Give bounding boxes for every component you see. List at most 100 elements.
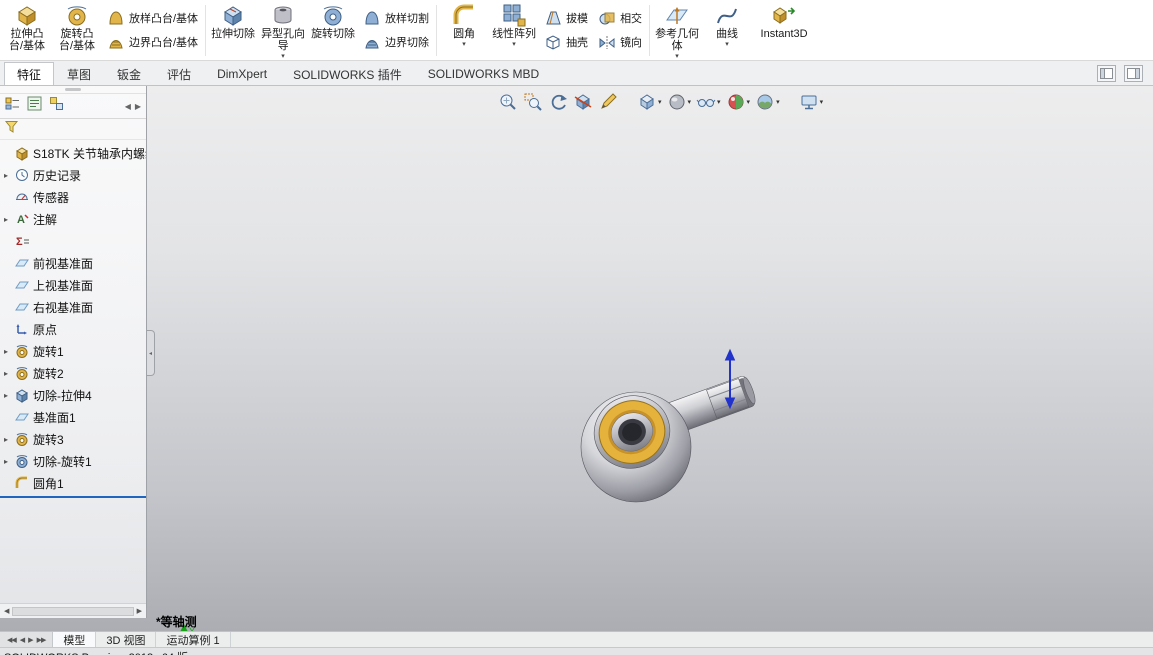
view-orientation-icon[interactable]: ▾ [637,92,662,112]
dropdown-arrow-icon[interactable]: ▾ [675,53,679,60]
ribbon-button-extruded-cut[interactable]: 拉伸切除 [208,1,258,40]
apply-scene-icon[interactable]: ▾ [755,92,780,112]
tree-item-equations[interactable]: Σ [0,230,146,252]
expand-arrow-icon[interactable]: ▸ [1,391,11,400]
ribbon-button-draft[interactable]: 拔模 [544,9,588,27]
zoom-to-area-icon[interactable] [523,92,543,112]
dropdown-arrow-icon[interactable]: ▾ [512,41,516,48]
panel-splitter-handle[interactable]: ◂ [147,330,155,376]
ribbon-button-extruded-boss[interactable]: 拉伸凸台/基体 [2,1,52,52]
tab-solidworks-addins[interactable]: SOLIDWORKS 插件 [280,62,415,85]
section-view-icon[interactable] [573,92,593,112]
dropdown-arrow-icon[interactable]: ▾ [462,41,466,48]
doc-tab-3d-views[interactable]: 3D 视图 [96,632,157,647]
hide-show-items-icon[interactable]: ▾ [696,92,721,112]
ribbon-button-shell[interactable]: 抽壳 [544,33,588,51]
ribbon-group-loft-boundary-cut: 放样切割 边界切除 [358,1,434,59]
rollback-bar[interactable] [0,496,146,498]
tree-item-sensors[interactable]: 传感器 [0,186,146,208]
tab-sheet-metal[interactable]: 钣金 [104,62,154,85]
tree-item-cut-revolve1[interactable]: ▸ 切除-旋转1 [0,450,146,472]
zoom-fit-icon[interactable] [498,92,518,112]
expand-arrow-icon[interactable]: ▸ [1,369,11,378]
view-settings-icon[interactable]: ▾ [799,92,824,112]
tree-item-label: 历史记录 [33,168,82,183]
tree-item-revolve2[interactable]: ▸ 旋转2 [0,362,146,384]
previous-view-icon[interactable] [548,92,568,112]
doc-tab-model[interactable]: 模型 [53,632,97,647]
tree-item-plane1[interactable]: 基准面1 [0,406,146,428]
next-tab-icon[interactable]: ▶ [28,636,33,644]
first-tab-icon[interactable]: ◀◀ [7,636,17,644]
tree-item-label: 旋转3 [33,432,64,447]
ribbon-button-reference-geometry[interactable]: 参考几何体 ▾ [652,1,702,60]
tree-item-revolve3[interactable]: ▸ 旋转3 [0,428,146,450]
ribbon-button-mirror[interactable]: 镜向 [598,33,642,51]
last-tab-icon[interactable]: ▶▶ [37,636,47,644]
dropdown-arrow-icon[interactable]: ▾ [658,98,662,106]
propertymanager-tab-icon[interactable] [27,96,42,116]
tree-item-front-plane[interactable]: 前视基准面 [0,252,146,274]
ribbon-button-boundary-boss[interactable]: 边界凸台/基体 [107,33,198,51]
dropdown-arrow-icon[interactable]: ▾ [688,98,692,106]
display-style-icon[interactable]: ▾ [667,92,692,112]
dropdown-arrow-icon[interactable]: ▾ [725,41,729,48]
filter-funnel-icon[interactable] [4,119,20,139]
ribbon-button-hole-wizard[interactable]: 异型孔向导 ▾ [258,1,308,60]
tab-dimxpert[interactable]: DimXpert [204,62,280,85]
tree-item-right-plane[interactable]: 右视基准面 [0,296,146,318]
edit-appearance-icon[interactable]: ▾ [726,92,751,112]
scroll-right-icon[interactable]: ▶ [134,607,145,615]
collapse-pane-right-icon[interactable] [1124,64,1143,82]
tree-horizontal-scrollbar[interactable]: ◀ ▶ [0,603,146,618]
panel-collapse-handle[interactable] [0,86,146,94]
tab-sketch[interactable]: 草图 [54,62,104,85]
tree-item-fillet1[interactable]: 圆角1 [0,472,146,494]
dropdown-arrow-icon[interactable]: ▾ [747,98,751,106]
ribbon-button-instant3d[interactable]: Instant3D [752,1,816,40]
tree-item-annotations[interactable]: ▸ A 注解 [0,208,146,230]
doc-tab-motion-study[interactable]: 运动算例 1 [156,632,231,647]
expand-arrow-icon[interactable]: ▸ [1,435,11,444]
tab-features[interactable]: 特征 [4,62,55,85]
tab-solidworks-mbd[interactable]: SOLIDWORKS MBD [415,62,552,85]
dropdown-arrow-icon[interactable]: ▾ [717,98,721,106]
tab-evaluate[interactable]: 评估 [154,62,204,85]
dropdown-arrow-icon[interactable]: ▾ [776,98,780,106]
scroll-tabs-right-icon[interactable]: ▶ [135,102,141,111]
configurationmanager-tab-icon[interactable] [49,96,64,116]
dropdown-arrow-icon[interactable]: ▾ [820,98,824,106]
tree-item-part-root[interactable]: S18TK 关节轴承内螺纹 [0,142,146,164]
tree-item-top-plane[interactable]: 上视基准面 [0,274,146,296]
expand-arrow-icon[interactable]: ▸ [1,457,11,466]
featuremanager-tab-icon[interactable] [5,96,20,116]
ribbon-button-revolved-boss[interactable]: 旋转凸台/基体 [52,1,102,52]
graphics-area[interactable]: ▾ ▾ ▾ ▾ ▾ ▾ *等轴测 ◀ ▶ S18TK 关节轴承内螺纹 ▸ 历史记… [0,86,1153,631]
ribbon-button-intersect[interactable]: 相交 [598,9,642,27]
tree-item-revolve1[interactable]: ▸ 旋转1 [0,340,146,362]
tree-item-label: 旋转2 [33,366,64,381]
ribbon-button-lofted-cut[interactable]: 放样切割 [363,9,429,27]
ribbon-button-label: 旋转凸台/基体 [58,28,96,52]
collapse-pane-left-icon[interactable] [1097,64,1116,82]
dropdown-arrow-icon[interactable]: ▾ [281,53,285,60]
scrollbar-thumb[interactable] [12,606,134,616]
ribbon-button-fillet[interactable]: 圆角 ▾ [439,1,489,48]
ribbon-button-linear-pattern[interactable]: 线性阵列 ▾ [489,1,539,48]
ribbon-button-lofted-boss[interactable]: 放样凸台/基体 [107,9,198,27]
annotation-view-icon[interactable] [598,92,618,112]
scroll-left-icon[interactable]: ◀ [1,607,12,615]
tree-item-cut-extrude4[interactable]: ▸ 切除-拉伸4 [0,384,146,406]
tree-item-origin[interactable]: 原点 [0,318,146,340]
ribbon-button-boundary-cut[interactable]: 边界切除 [363,33,429,51]
tree-item-history[interactable]: ▸ 历史记录 [0,164,146,186]
tree-item-label: 注解 [33,212,58,227]
scroll-tabs-left-icon[interactable]: ◀ [125,102,131,111]
ribbon-button-revolved-cut[interactable]: 旋转切除 [308,1,358,40]
expand-arrow-icon[interactable]: ▸ [1,347,11,356]
prev-tab-icon[interactable]: ◀ [20,636,25,644]
expand-arrow-icon[interactable]: ▸ [1,215,11,224]
model-rod-end-bearing[interactable] [552,328,792,518]
ribbon-button-curves[interactable]: 曲线 ▾ [702,1,752,48]
expand-arrow-icon[interactable]: ▸ [1,171,11,180]
